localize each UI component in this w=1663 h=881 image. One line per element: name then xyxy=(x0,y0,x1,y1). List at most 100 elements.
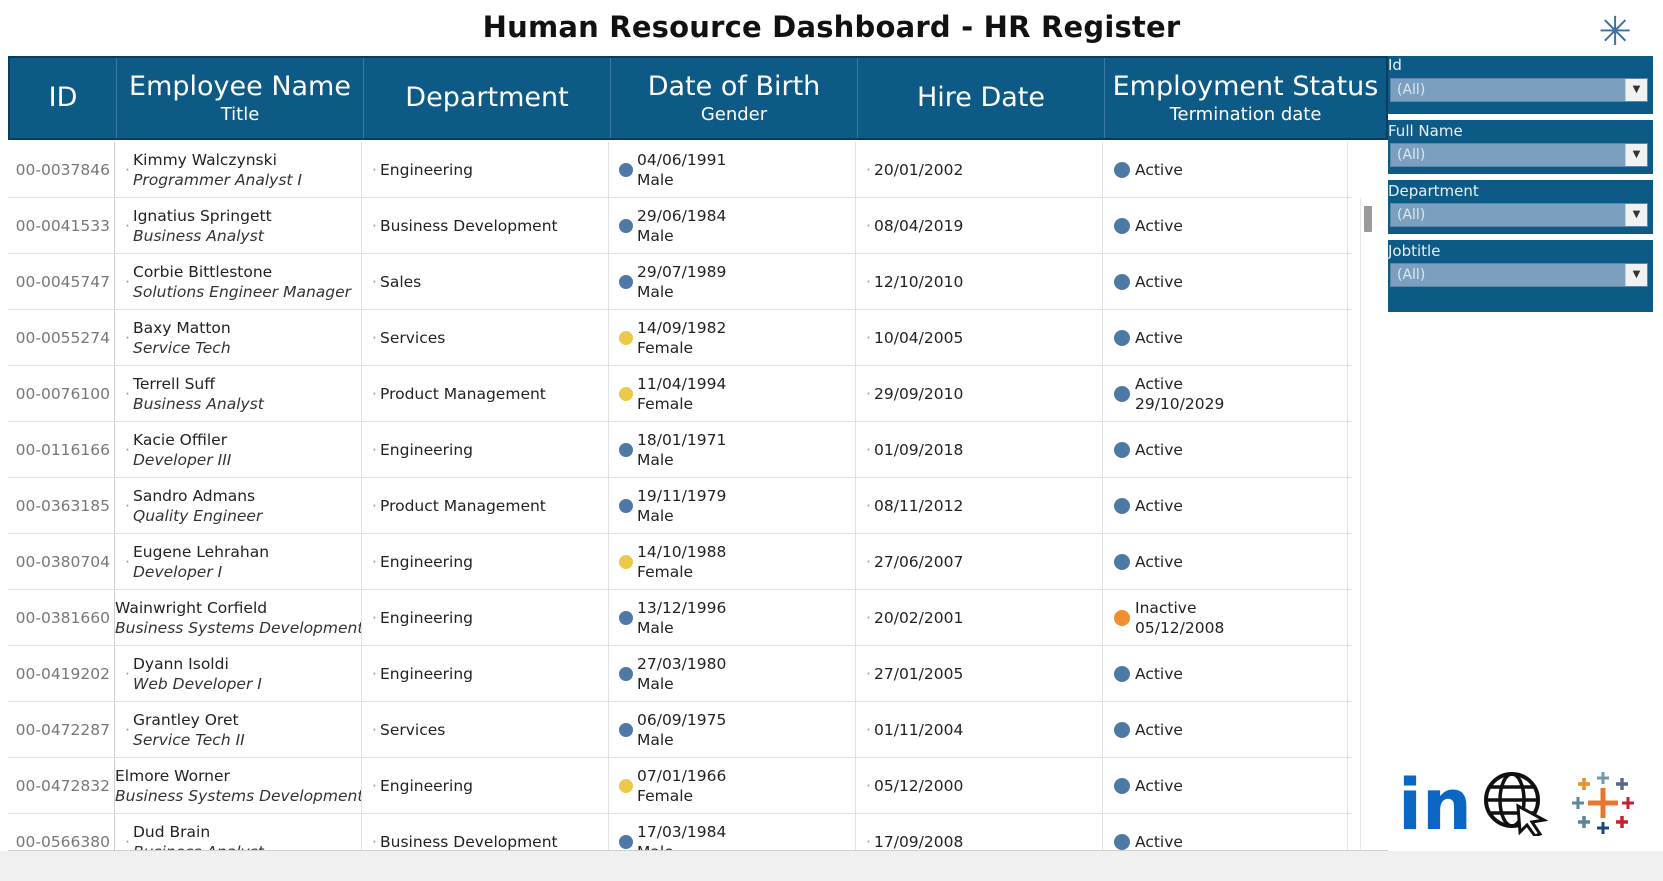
chevron-down-icon[interactable]: ▼ xyxy=(1625,144,1647,166)
table-row[interactable]: 00-0055274Baxy MattonService TechService… xyxy=(8,310,1352,366)
cell-date-of-birth[interactable]: 04/06/1991 Male xyxy=(609,142,856,197)
chevron-down-icon[interactable]: ▼ xyxy=(1625,264,1647,286)
table-row[interactable]: 00-0380704 Eugene LehrahanDeveloper I Engi… xyxy=(8,534,1352,590)
cell-employment-status[interactable]: Active xyxy=(1103,814,1348,850)
cell-department[interactable]: Engineering xyxy=(362,646,609,701)
cell-department[interactable]: Sales xyxy=(362,254,609,309)
cell-department[interactable]: Services xyxy=(362,310,609,365)
chevron-down-icon[interactable]: ▼ xyxy=(1625,204,1647,226)
header-department[interactable]: Department xyxy=(364,58,611,138)
cell-department[interactable]: Engineering xyxy=(362,758,609,813)
cell-department[interactable]: Business Development xyxy=(362,198,609,253)
cell-id[interactable]: 00-0363185 xyxy=(8,478,115,533)
cell-employee-name[interactable]: Corbie BittlestoneSolutions Engineer Man… xyxy=(115,254,362,309)
linkedin-icon[interactable]: in xyxy=(1398,770,1472,840)
cell-employee-name[interactable]: Ignatius SpringettBusiness Analyst xyxy=(115,198,362,253)
cell-employee-name[interactable]: Sandro AdmansQuality Engineer xyxy=(115,478,362,533)
cell-department[interactable]: Engineering xyxy=(362,590,609,645)
filter-dropdown[interactable]: (All) ▼ xyxy=(1390,78,1648,102)
cell-hire-date[interactable]: 12/10/2010 xyxy=(856,254,1103,309)
cell-date-of-birth[interactable]: 07/01/1966 Female xyxy=(609,758,856,813)
cell-employee-name[interactable]: Wainwright Corfield Business Systems Deve… xyxy=(115,590,362,645)
cell-hire-date[interactable]: 27/06/2007 xyxy=(856,534,1103,589)
cell-hire-date[interactable]: 01/11/2004 xyxy=(856,702,1103,757)
table-row[interactable]: 00-0037846 Kimmy WalczynskiProgrammer Ana… xyxy=(8,142,1352,198)
cell-date-of-birth[interactable]: 29/06/1984 Male xyxy=(609,198,856,253)
cell-employment-status[interactable]: Active xyxy=(1103,534,1348,589)
cell-id[interactable]: 00-0566380 xyxy=(8,814,115,850)
cell-employee-name[interactable]: Grantley OretService Tech II xyxy=(115,702,362,757)
chevron-down-icon[interactable]: ▼ xyxy=(1625,79,1647,101)
cell-date-of-birth[interactable]: 17/03/1984Male xyxy=(609,814,856,850)
cell-date-of-birth[interactable]: 14/10/1988 Female xyxy=(609,534,856,589)
cell-hire-date[interactable]: 10/04/2005 xyxy=(856,310,1103,365)
cell-date-of-birth[interactable]: 18/01/1971 Male xyxy=(609,422,856,477)
cell-department[interactable]: Business Development xyxy=(362,814,609,850)
header-date-of-birth[interactable]: Date of Birth Gender xyxy=(611,58,858,138)
cell-employee-name[interactable]: Kacie OffilerDeveloper III xyxy=(115,422,362,477)
cell-department[interactable]: Engineering xyxy=(362,422,609,477)
cell-hire-date[interactable]: 27/01/2005 xyxy=(856,646,1103,701)
filter-dropdown[interactable]: (All) ▼ xyxy=(1390,143,1648,167)
cell-employee-name[interactable]: Eugene LehrahanDeveloper I xyxy=(115,534,362,589)
scrollbar-track[interactable] xyxy=(1360,198,1376,850)
cell-employment-status[interactable]: Active xyxy=(1103,702,1348,757)
table-row[interactable]: 00-0363185 Sandro AdmansQuality Engineer P… xyxy=(8,478,1352,534)
filter-dropdown[interactable]: (All) ▼ xyxy=(1390,203,1648,227)
cell-id[interactable]: 00-0037846 xyxy=(8,142,115,197)
cell-id[interactable]: 00-0381660 xyxy=(8,590,115,645)
asterisk-icon[interactable]: ✳ xyxy=(1595,12,1635,52)
header-id[interactable]: ID xyxy=(10,58,117,138)
cell-employment-status[interactable]: Active xyxy=(1103,758,1348,813)
cell-employment-status[interactable]: Active 29/10/2029 xyxy=(1103,366,1348,421)
cell-date-of-birth[interactable]: 14/09/1982 Female xyxy=(609,310,856,365)
cell-hire-date[interactable]: 08/04/2019 xyxy=(856,198,1103,253)
cell-id[interactable]: 00-0076100 xyxy=(8,366,115,421)
globe-cursor-icon[interactable] xyxy=(1482,770,1549,838)
tableau-icon[interactable] xyxy=(1570,770,1636,836)
cell-id[interactable]: 00-0116166 xyxy=(8,422,115,477)
cell-employee-name[interactable]: Dud BrainBusiness Analyst xyxy=(115,814,362,850)
cell-employment-status[interactable]: Active xyxy=(1103,310,1348,365)
cell-employee-name[interactable]: Dyann IsoldiWeb Developer I xyxy=(115,646,362,701)
cell-department[interactable]: Product Management xyxy=(362,478,609,533)
cell-employment-status[interactable]: Active xyxy=(1103,142,1348,197)
cell-employment-status[interactable]: Active xyxy=(1103,646,1348,701)
cell-id[interactable]: 00-0041533 xyxy=(8,198,115,253)
cell-employment-status[interactable]: Active xyxy=(1103,422,1348,477)
table-row[interactable]: 00-0566380Dud BrainBusiness AnalystBusin… xyxy=(8,814,1352,850)
table-row[interactable]: 00-0041533 Ignatius SpringettBusiness Ana… xyxy=(8,198,1352,254)
cell-id[interactable]: 00-0055274 xyxy=(8,310,115,365)
cell-hire-date[interactable]: 01/09/2018 xyxy=(856,422,1103,477)
cell-date-of-birth[interactable]: 27/03/1980 Male xyxy=(609,646,856,701)
cell-employee-name[interactable]: Terrell SuffBusiness Analyst xyxy=(115,366,362,421)
cell-date-of-birth[interactable]: 11/04/1994 Female xyxy=(609,366,856,421)
cell-department[interactable]: Services xyxy=(362,702,609,757)
cell-id[interactable]: 00-0472832 xyxy=(8,758,115,813)
cell-employee-name[interactable]: Elmore Worner Business Systems Developmen… xyxy=(115,758,362,813)
cell-id[interactable]: 00-0472287 xyxy=(8,702,115,757)
cell-employment-status[interactable]: Active xyxy=(1103,254,1348,309)
cell-department[interactable]: Engineering xyxy=(362,534,609,589)
table-row[interactable]: 00-0076100 Terrell SuffBusiness Analyst Pr… xyxy=(8,366,1352,422)
table-row[interactable]: 00-0381660 Wainwright Corfield Business Sy… xyxy=(8,590,1352,646)
cell-date-of-birth[interactable]: 19/11/1979 Male xyxy=(609,478,856,533)
cell-employment-status[interactable]: Inactive 05/12/2008 xyxy=(1103,590,1348,645)
filter-dropdown[interactable]: (All) ▼ xyxy=(1390,263,1648,287)
cell-employee-name[interactable]: Baxy MattonService Tech xyxy=(115,310,362,365)
header-employment-status[interactable]: Employment Status Termination date xyxy=(1105,58,1386,138)
table-row[interactable]: 00-0472832 Elmore Worner Business Systems … xyxy=(8,758,1352,814)
header-hire-date[interactable]: Hire Date xyxy=(858,58,1105,138)
table-row[interactable]: 00-0045747 Corbie BittlestoneSolutions En… xyxy=(8,254,1352,310)
cell-department[interactable]: Product Management xyxy=(362,366,609,421)
table-row[interactable]: 00-0419202 Dyann IsoldiWeb Developer I Eng… xyxy=(8,646,1352,702)
cell-employment-status[interactable]: Active xyxy=(1103,478,1348,533)
header-employee-name[interactable]: Employee Name Title xyxy=(117,58,364,138)
cell-date-of-birth[interactable]: 29/07/1989 Male xyxy=(609,254,856,309)
cell-hire-date[interactable]: 20/02/2001 xyxy=(856,590,1103,645)
cell-date-of-birth[interactable]: 13/12/1996 Male xyxy=(609,590,856,645)
cell-hire-date[interactable]: 20/01/2002 xyxy=(856,142,1103,197)
scrollbar-thumb[interactable] xyxy=(1364,206,1372,232)
cell-id[interactable]: 00-0419202 xyxy=(8,646,115,701)
cell-date-of-birth[interactable]: 06/09/1975 Male xyxy=(609,702,856,757)
